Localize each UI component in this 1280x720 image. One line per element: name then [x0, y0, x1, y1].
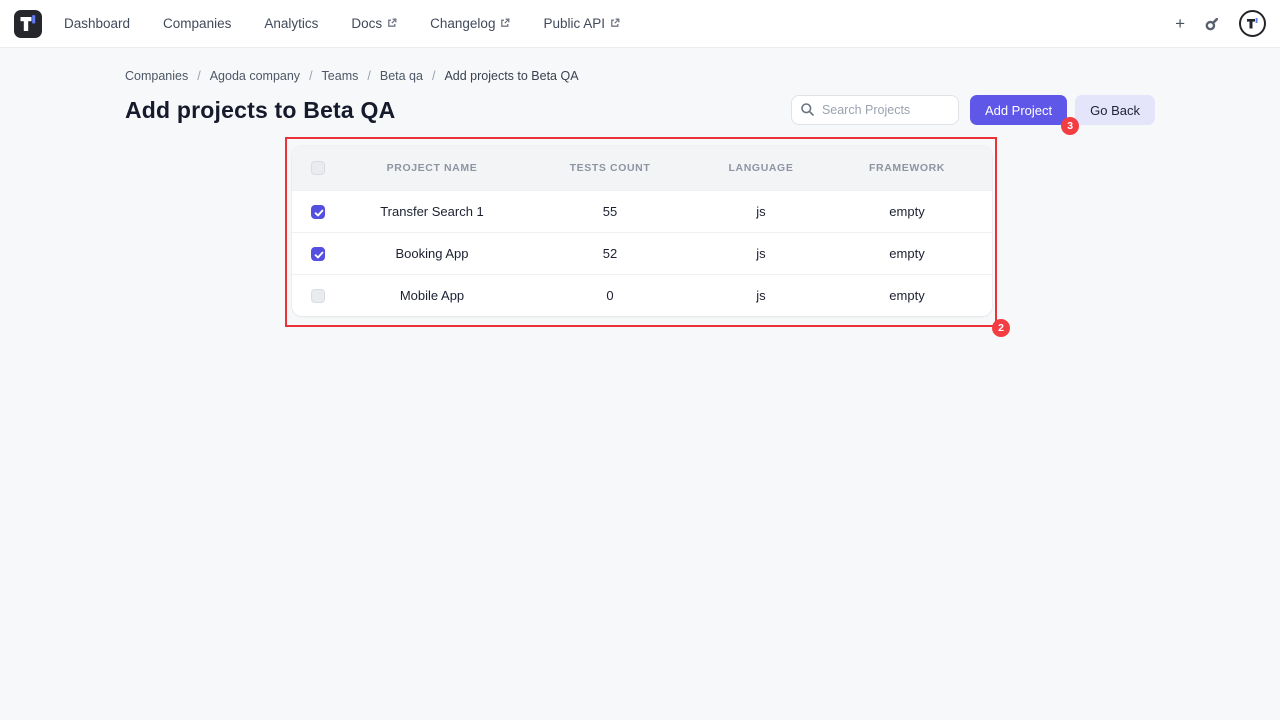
table-header-row: PROJECT NAME TESTS COUNT LANGUAGE FRAMEW…: [292, 146, 992, 190]
language-cell: js: [700, 190, 822, 232]
breadcrumb-item[interactable]: Companies: [125, 69, 188, 83]
table-row: Booking App52jsempty: [292, 232, 992, 274]
search-projects-input[interactable]: [791, 95, 959, 125]
go-back-button[interactable]: Go Back: [1075, 95, 1155, 125]
tests-count-cell: 52: [520, 232, 700, 274]
nav-item-label: Analytics: [264, 16, 318, 31]
top-navigation-bar: Dashboard Companies Analytics Docs Changelog…: [0, 0, 1280, 48]
language-cell: js: [700, 232, 822, 274]
col-header-language: LANGUAGE: [700, 146, 822, 190]
row-checkbox[interactable]: [311, 205, 325, 219]
framework-cell: empty: [822, 274, 992, 316]
project-name-cell: Mobile App: [344, 274, 520, 316]
annotation-badge-3: 3: [1061, 117, 1079, 135]
framework-cell: empty: [822, 232, 992, 274]
breadcrumb-separator: /: [432, 69, 435, 83]
breadcrumb-item[interactable]: Add projects to Beta QA: [444, 69, 578, 83]
nav-item-label: Public API: [543, 16, 605, 31]
app-logo-icon[interactable]: [14, 10, 42, 38]
nav-item-dashboard[interactable]: Dashboard: [64, 16, 130, 31]
user-avatar[interactable]: [1239, 10, 1266, 37]
main-content: Companies / Agoda company / Teams / Beta qa / Ad…: [0, 69, 1280, 327]
add-project-label: Add Project: [985, 103, 1052, 118]
tests-count-cell: 55: [520, 190, 700, 232]
topbar-actions: +: [1175, 10, 1266, 37]
nav-item-label: Companies: [163, 16, 231, 31]
breadcrumb-separator: /: [197, 69, 200, 83]
primary-nav: Dashboard Companies Analytics Docs Changelog…: [64, 16, 620, 31]
breadcrumb-separator: /: [309, 69, 312, 83]
breadcrumb-item[interactable]: Teams: [322, 69, 359, 83]
nav-item-analytics[interactable]: Analytics: [264, 16, 318, 31]
language-cell: js: [700, 274, 822, 316]
project-name-cell: Booking App: [344, 232, 520, 274]
col-header-framework: FRAMEWORK: [822, 146, 992, 190]
table-row: Mobile App0jsempty: [292, 274, 992, 316]
add-project-button[interactable]: Add Project 3: [970, 95, 1067, 125]
page-controls: Add Project 3 Go Back: [791, 95, 1155, 125]
nav-item-changelog[interactable]: Changelog: [430, 16, 510, 31]
search-projects-box: [791, 95, 959, 125]
page-title: Add projects to Beta QA: [125, 97, 395, 124]
table-row: Transfer Search 155jsempty: [292, 190, 992, 232]
external-link-icon: [610, 16, 620, 31]
framework-cell: empty: [822, 190, 992, 232]
projects-table-card: PROJECT NAME TESTS COUNT LANGUAGE FRAMEW…: [292, 146, 992, 316]
breadcrumb: Companies / Agoda company / Teams / Beta qa / Ad…: [125, 69, 1155, 83]
select-all-checkbox[interactable]: [311, 161, 325, 175]
page-header-row: Add projects to Beta QA Add Project 3 Go…: [125, 95, 1155, 125]
annotation-rect-2: PROJECT NAME TESTS COUNT LANGUAGE FRAMEW…: [285, 137, 997, 327]
projects-table: PROJECT NAME TESTS COUNT LANGUAGE FRAMEW…: [292, 146, 992, 316]
annotation-badge-2: 2: [992, 319, 1010, 337]
add-new-icon[interactable]: +: [1175, 15, 1185, 32]
nav-item-label: Changelog: [430, 16, 495, 31]
nav-item-companies[interactable]: Companies: [163, 16, 231, 31]
row-checkbox[interactable]: [311, 289, 325, 303]
row-checkbox[interactable]: [311, 247, 325, 261]
external-link-icon: [500, 16, 510, 31]
breadcrumb-separator: /: [367, 69, 370, 83]
col-header-project-name: PROJECT NAME: [344, 146, 520, 190]
breadcrumb-item[interactable]: Agoda company: [210, 69, 300, 83]
external-link-icon: [387, 16, 397, 31]
tests-count-cell: 0: [520, 274, 700, 316]
search-icon: [800, 102, 815, 117]
support-icon[interactable]: [1203, 15, 1221, 33]
nav-item-public-api[interactable]: Public API: [543, 16, 620, 31]
nav-item-label: Dashboard: [64, 16, 130, 31]
col-header-tests-count: TESTS COUNT: [520, 146, 700, 190]
nav-item-label: Docs: [351, 16, 382, 31]
nav-item-docs[interactable]: Docs: [351, 16, 397, 31]
project-name-cell: Transfer Search 1: [344, 190, 520, 232]
breadcrumb-item[interactable]: Beta qa: [380, 69, 423, 83]
